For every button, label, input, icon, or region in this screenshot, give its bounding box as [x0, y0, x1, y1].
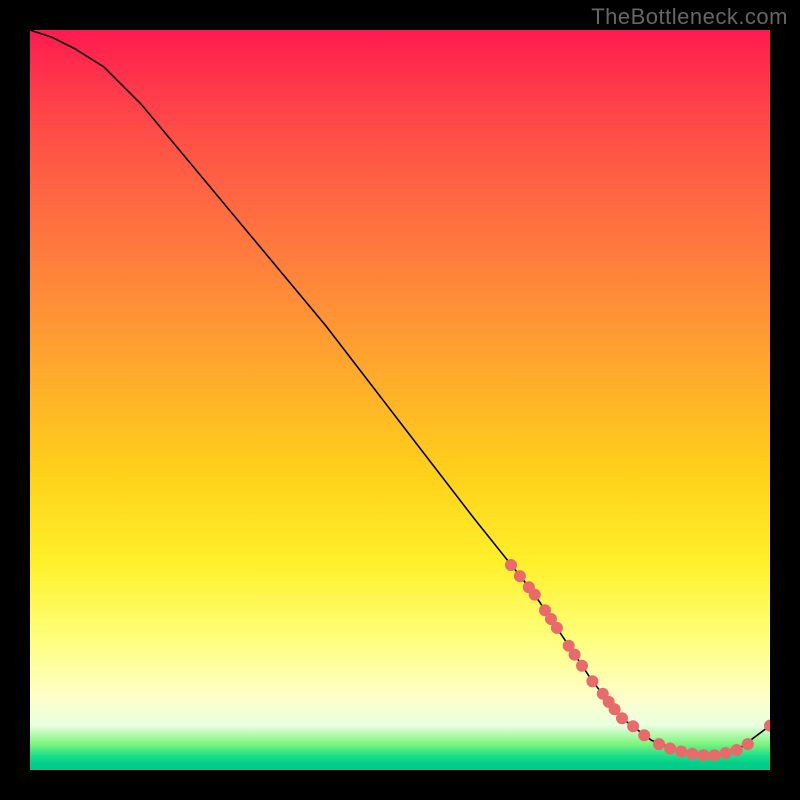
curve-marker [653, 738, 665, 750]
curve-marker [586, 675, 598, 687]
curve-marker [709, 749, 721, 761]
main-curve [30, 30, 770, 755]
curve-marker [576, 660, 588, 672]
plot-area [30, 30, 770, 770]
curve-marker [731, 744, 743, 756]
curve-markers [505, 559, 770, 761]
chart-frame: TheBottleneck.com [0, 0, 800, 800]
curve-marker [514, 570, 526, 582]
curve-marker [627, 720, 639, 732]
chart-svg [30, 30, 770, 770]
curve-marker [638, 729, 650, 741]
curve-marker [664, 743, 676, 755]
curve-marker [569, 649, 581, 661]
curve-marker [720, 747, 732, 759]
curve-marker [551, 622, 563, 634]
curve-marker [529, 589, 541, 601]
watermark-text: TheBottleneck.com [591, 4, 788, 30]
curve-marker [742, 738, 754, 750]
curve-marker [505, 559, 517, 571]
curve-marker [616, 712, 628, 724]
curve-marker [697, 749, 709, 761]
curve-marker [675, 746, 687, 758]
curve-marker [686, 748, 698, 760]
